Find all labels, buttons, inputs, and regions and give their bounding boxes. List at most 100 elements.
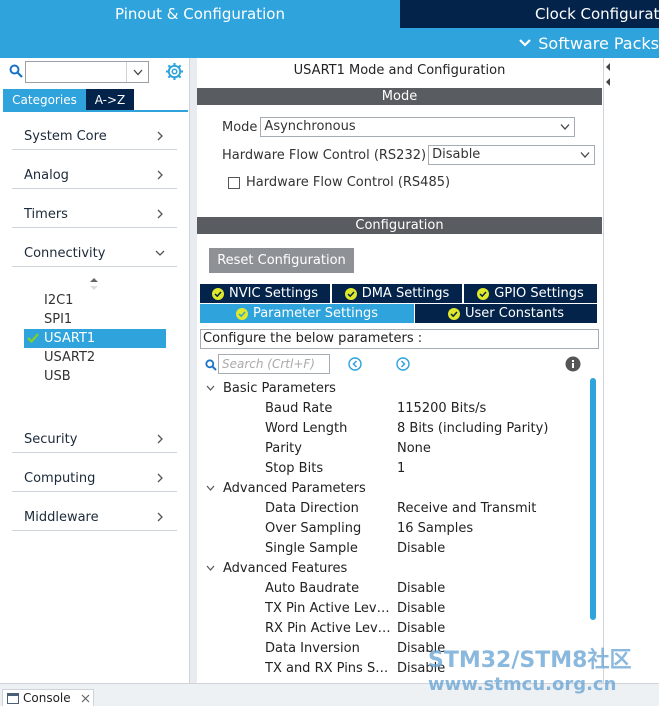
rs485-row[interactable]: Hardware Flow Control (RS485) <box>228 175 450 190</box>
watermark: STM32/STM8社区 www.stmcu.org.cn <box>428 648 659 696</box>
pinout-view-area <box>610 58 659 683</box>
category-timers[interactable]: Timers <box>12 198 177 228</box>
param-value: Receive and Transmit <box>397 500 537 516</box>
chevron-down-icon <box>206 565 215 571</box>
param-name: Baud Rate <box>265 400 333 416</box>
tab-categories[interactable]: Categories <box>3 89 86 110</box>
list-item-usart2[interactable]: USART2 <box>24 348 166 367</box>
tab-clock-label: Clock Configuration <box>535 5 659 23</box>
check-circle-icon <box>477 287 490 300</box>
tab-clock-configuration[interactable]: Clock Configuration <box>400 0 659 28</box>
param-row[interactable]: Single Sample Disable <box>197 538 587 558</box>
tab-label: DMA Settings <box>361 286 450 301</box>
param-name: Data Direction <box>265 500 359 516</box>
param-row[interactable]: Parity None <box>197 438 587 458</box>
previous-match-icon[interactable] <box>348 357 362 371</box>
tab-user-constants[interactable]: User Constants <box>415 304 597 323</box>
search-icon <box>205 359 217 371</box>
list-item-usb[interactable]: USB <box>24 367 166 386</box>
next-match-icon[interactable] <box>396 357 410 371</box>
param-value: Disable <box>397 580 446 596</box>
tab-pinout-configuration[interactable]: Pinout & Configuration <box>0 0 400 28</box>
list-item-label: I2C1 <box>44 293 74 308</box>
mode-row: Mode Asynchronous <box>222 117 576 137</box>
tab-nvic-settings[interactable]: NVIC Settings <box>200 284 330 303</box>
category-system-core[interactable]: System Core <box>12 120 177 150</box>
param-value: None <box>397 440 431 456</box>
param-value: 1 <box>397 460 406 476</box>
hw-flow-row: Hardware Flow Control (RS232) Disable <box>222 145 596 165</box>
software-packs-label: Software Packs <box>538 33 659 53</box>
search-history-dropdown[interactable] <box>126 62 148 82</box>
category-search-field[interactable] <box>25 61 149 83</box>
check-circle-icon <box>448 307 460 320</box>
group-advanced-features[interactable]: Advanced Features <box>197 558 347 578</box>
reset-button-label: Reset Configuration <box>217 253 346 268</box>
list-item-i2c1[interactable]: I2C1 <box>24 291 166 310</box>
group-advanced-parameters[interactable]: Advanced Parameters <box>197 478 366 498</box>
category-label: Connectivity <box>24 246 106 261</box>
param-name: Stop Bits <box>265 460 324 476</box>
chevron-down-icon <box>155 250 165 256</box>
console-tab[interactable]: Console <box>2 689 94 706</box>
chevron-right-icon <box>157 473 163 483</box>
close-icon[interactable] <box>81 694 90 703</box>
chevron-right-icon <box>157 512 163 522</box>
list-item-usart1[interactable]: USART1 <box>24 329 166 348</box>
tab-parameter-settings[interactable]: Parameter Settings <box>200 304 414 323</box>
chevron-down-icon <box>206 385 215 391</box>
reset-configuration-button[interactable]: Reset Configuration <box>209 248 354 273</box>
category-computing[interactable]: Computing <box>12 462 177 492</box>
param-row[interactable]: Data Direction Receive and Transmit <box>197 498 587 518</box>
check-circle-icon <box>344 287 357 300</box>
info-icon[interactable] <box>565 356 581 372</box>
tab-label: Parameter Settings <box>252 306 379 321</box>
panel-splitter[interactable] <box>190 58 197 683</box>
mode-select[interactable]: Asynchronous <box>260 117 576 137</box>
category-analog[interactable]: Analog <box>12 159 177 189</box>
mode-label: Mode <box>222 119 258 135</box>
rs485-checkbox[interactable] <box>228 176 240 189</box>
tab-gpio-settings[interactable]: GPIO Settings <box>464 284 597 303</box>
sort-arrow-icon <box>90 278 98 290</box>
param-row[interactable]: RX Pin Active Level ... Disable <box>197 618 587 638</box>
software-packs-button[interactable]: Software Packs <box>518 33 659 53</box>
vertical-scrollbar[interactable] <box>590 378 596 620</box>
parameter-search-input[interactable]: Search (Crtl+F) <box>218 354 330 374</box>
param-row[interactable]: Stop Bits 1 <box>197 458 587 478</box>
param-value: Disable <box>397 620 446 636</box>
mode-value: Asynchronous <box>264 119 356 134</box>
panel-title: USART1 Mode and Configuration <box>293 63 506 78</box>
categories-panel: Categories A->Z System Core Analog Timer… <box>0 58 190 683</box>
list-item-spi1[interactable]: SPI1 <box>24 310 166 329</box>
category-label: Security <box>24 432 78 447</box>
param-row[interactable]: Over Sampling 16 Samples <box>197 518 587 538</box>
tab-categories-label: Categories <box>12 92 77 107</box>
tab-dma-settings[interactable]: DMA Settings <box>332 284 462 303</box>
hw-flow-value: Disable <box>432 147 481 162</box>
gear-icon[interactable] <box>165 62 184 81</box>
param-row[interactable]: Word Length 8 Bits (including Parity) <box>197 418 587 438</box>
category-security[interactable]: Security <box>12 423 177 453</box>
category-label: Middleware <box>24 510 99 525</box>
category-connectivity[interactable]: Connectivity <box>12 237 177 267</box>
tab-pinout-label: Pinout & Configuration <box>115 5 285 23</box>
check-circle-icon <box>235 307 248 320</box>
param-row[interactable]: Baud Rate 115200 Bits/s <box>197 398 587 418</box>
category-label: Analog <box>24 168 69 183</box>
hw-flow-select[interactable]: Disable <box>428 145 596 165</box>
param-name: Parity <box>265 440 302 456</box>
tab-a-to-z[interactable]: A->Z <box>86 89 134 110</box>
category-label: System Core <box>24 129 107 144</box>
param-value: Disable <box>397 600 446 616</box>
param-name: Single Sample <box>265 540 358 556</box>
category-search-input[interactable] <box>26 62 126 82</box>
param-row[interactable]: Auto Baudrate Disable <box>197 578 587 598</box>
chevron-down-icon <box>133 69 142 75</box>
param-value: 16 Samples <box>397 520 474 536</box>
configure-instruction: Configure the below parameters : <box>200 329 599 349</box>
category-middleware[interactable]: Middleware <box>12 501 177 531</box>
group-basic-parameters[interactable]: Basic Parameters <box>197 378 336 398</box>
category-label: Timers <box>24 207 68 222</box>
param-row[interactable]: TX Pin Active Level I... Disable <box>197 598 587 618</box>
